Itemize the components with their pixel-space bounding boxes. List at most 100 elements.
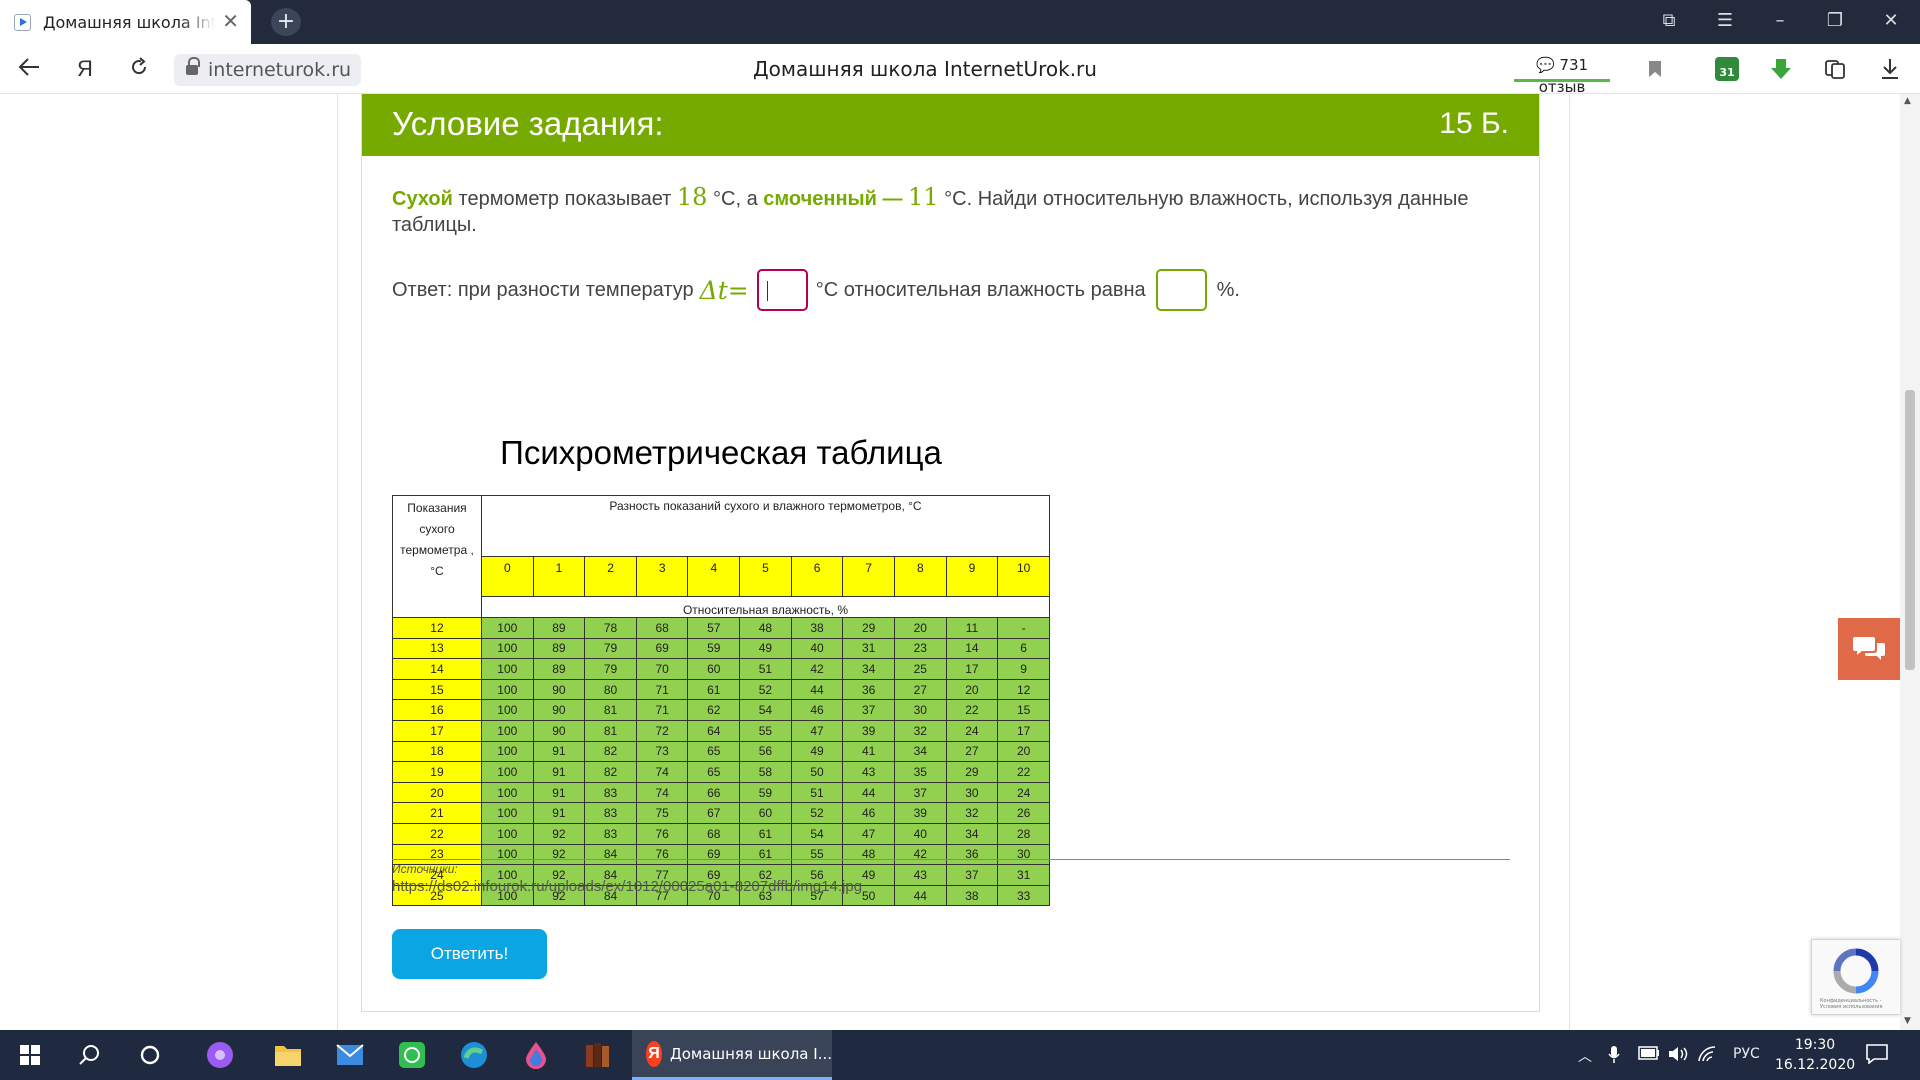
alice-app[interactable] xyxy=(204,1039,236,1071)
humidity-cell: 75 xyxy=(635,802,689,824)
humidity-cell: 31 xyxy=(997,864,1050,886)
task-view-button[interactable] xyxy=(134,1039,166,1071)
dry-temp-cell: 12 xyxy=(392,617,482,639)
humidity-cell: 82 xyxy=(584,761,637,783)
humidity-cell: 14 xyxy=(945,637,999,660)
explorer-app[interactable] xyxy=(272,1039,304,1071)
humidity-cell: 56 xyxy=(739,740,792,763)
humidity-cell: 67 xyxy=(687,802,741,824)
windows-icon xyxy=(20,1045,40,1065)
scrollbar-thumb[interactable] xyxy=(1905,390,1915,670)
scroll-up-icon[interactable]: ▲ xyxy=(1904,96,1911,106)
downloads-button[interactable] xyxy=(1877,56,1903,82)
wifi-icon[interactable] xyxy=(1698,1046,1718,1066)
table-row: 14 100 89 79 70 60 51 42 34 25 17 9 xyxy=(392,658,1050,680)
sources-url: https://ds02.infourok.ru/uploads/ex/1012… xyxy=(392,878,863,895)
mail-app[interactable] xyxy=(334,1039,366,1071)
answer-suffix: %. xyxy=(1216,278,1240,301)
calendar-extension[interactable]: 31 xyxy=(1714,56,1740,82)
yandex-button[interactable]: Я xyxy=(72,57,98,81)
start-button[interactable] xyxy=(14,1039,46,1071)
language-indicator[interactable]: РУС xyxy=(1733,1046,1760,1062)
humidity-cell: 32 xyxy=(893,719,947,742)
reviews-button[interactable]: 💬 731 отзыв xyxy=(1514,54,1610,96)
search-button[interactable] xyxy=(74,1039,106,1071)
humidity-cell: 69 xyxy=(687,843,741,866)
translate-extension[interactable] xyxy=(1822,56,1848,82)
humidity-cell: 55 xyxy=(739,719,792,742)
psychrometric-table-image: Психрометрическая таблица Показания сухо… xyxy=(392,434,1051,907)
tray-chevron-icon[interactable]: ︿ xyxy=(1578,1046,1592,1066)
humidity-cell: 32 xyxy=(945,802,999,824)
task-header: Условие задания: 15 Б. xyxy=(362,94,1539,156)
reload-button[interactable] xyxy=(126,57,152,83)
lock-icon xyxy=(186,57,200,76)
chat-button[interactable] xyxy=(1838,618,1900,680)
delta-input[interactable] xyxy=(756,269,808,311)
edge-app[interactable] xyxy=(458,1039,490,1071)
humidity-cell: 68 xyxy=(635,617,689,639)
recaptcha-text[interactable]: Конфиденциальность - Условия использован… xyxy=(1820,998,1898,1010)
tab-close-icon[interactable]: ✕ xyxy=(222,11,239,31)
sources-label: Источники: xyxy=(392,862,458,876)
humidity-cell: 70 xyxy=(635,658,689,680)
humidity-cell: 68 xyxy=(687,822,741,845)
calendar-icon: 31 xyxy=(1715,57,1739,81)
page-scrollbar[interactable]: ▲ ▼ xyxy=(1900,94,1920,1030)
yandex-browser-icon: Я xyxy=(646,1040,662,1067)
site-favicon-icon xyxy=(14,13,31,31)
drop-app[interactable] xyxy=(520,1039,552,1071)
humidity-cell: 62 xyxy=(687,699,741,721)
scroll-down-icon[interactable]: ▼ xyxy=(1904,1016,1911,1026)
humidity-cell: 59 xyxy=(739,781,792,804)
humidity-cell: 9 xyxy=(997,658,1050,680)
microphone-icon[interactable] xyxy=(1608,1046,1620,1068)
alice-icon xyxy=(207,1042,233,1068)
humidity-subheader: Относительная влажность, % xyxy=(480,596,1051,618)
humidity-cell: 76 xyxy=(635,843,689,866)
dry-temp-cell: 18 xyxy=(392,740,482,763)
browser-tab[interactable]: Домашняя школа InternetUrok.ru ✕ xyxy=(0,0,251,44)
windows-taskbar: Я Домашняя школа I... ︿ РУС 19:30 16.12.… xyxy=(0,1030,1920,1080)
humidity-cell: 29 xyxy=(842,617,895,639)
humidity-cell: 84 xyxy=(584,843,637,866)
humidity-cell: 54 xyxy=(739,699,792,721)
volume-icon[interactable] xyxy=(1668,1046,1690,1066)
system-clock[interactable]: 19:30 16.12.2020 xyxy=(1775,1035,1855,1075)
new-tab-button[interactable]: + xyxy=(271,8,301,36)
bookmark-button[interactable] xyxy=(1642,56,1668,82)
battery-icon[interactable] xyxy=(1638,1046,1660,1064)
text-caret xyxy=(766,281,768,301)
psychrometric-table: Показания сухого термометра , °C Разност… xyxy=(392,495,1051,907)
humidity-cell: 100 xyxy=(480,719,534,742)
task-text-2: °C, а xyxy=(707,188,764,210)
humidity-cell: 22 xyxy=(945,699,999,721)
humidity-cell: 37 xyxy=(945,864,999,886)
download-extension[interactable] xyxy=(1768,56,1794,82)
humidity-cell: 46 xyxy=(790,699,844,721)
back-button[interactable] xyxy=(16,57,42,83)
submit-button[interactable]: Ответить! xyxy=(392,929,547,979)
close-window-button[interactable]: ✕ xyxy=(1878,10,1904,32)
address-bar: Я interneturok.ru Домашняя школа Interne… xyxy=(0,44,1920,96)
task-statement: Сухой термометр показывает 18 °C, а смоч… xyxy=(392,184,1512,238)
notifications-icon[interactable] xyxy=(1866,1044,1888,1068)
active-browser-app[interactable]: Я Домашняя школа I... xyxy=(632,1030,832,1080)
minimize-button[interactable]: – xyxy=(1767,10,1793,32)
humidity-cell: 43 xyxy=(893,864,947,886)
humidity-cell: 61 xyxy=(739,822,792,845)
collections-icon[interactable]: ⧉ xyxy=(1656,10,1682,32)
recaptcha-badge[interactable]: Конфиденциальность - Условия использован… xyxy=(1811,939,1900,1015)
humidity-cell: 100 xyxy=(480,637,534,660)
humidity-cell: 50 xyxy=(790,761,844,783)
humidity-input[interactable] xyxy=(1155,269,1207,311)
menu-icon[interactable]: ☰ xyxy=(1712,10,1738,32)
whatsapp-app[interactable] xyxy=(396,1039,428,1071)
humidity-cell: 89 xyxy=(532,617,586,639)
books-app[interactable] xyxy=(582,1039,614,1071)
restore-button[interactable]: ❐ xyxy=(1822,10,1848,32)
url-field[interactable]: interneturok.ru xyxy=(174,54,362,86)
table-row: 19 100 91 82 74 65 58 50 43 35 29 22 xyxy=(392,761,1050,783)
humidity-cell: 42 xyxy=(893,843,947,866)
table-row: 22 100 92 83 76 68 61 54 47 40 34 28 xyxy=(392,822,1050,845)
